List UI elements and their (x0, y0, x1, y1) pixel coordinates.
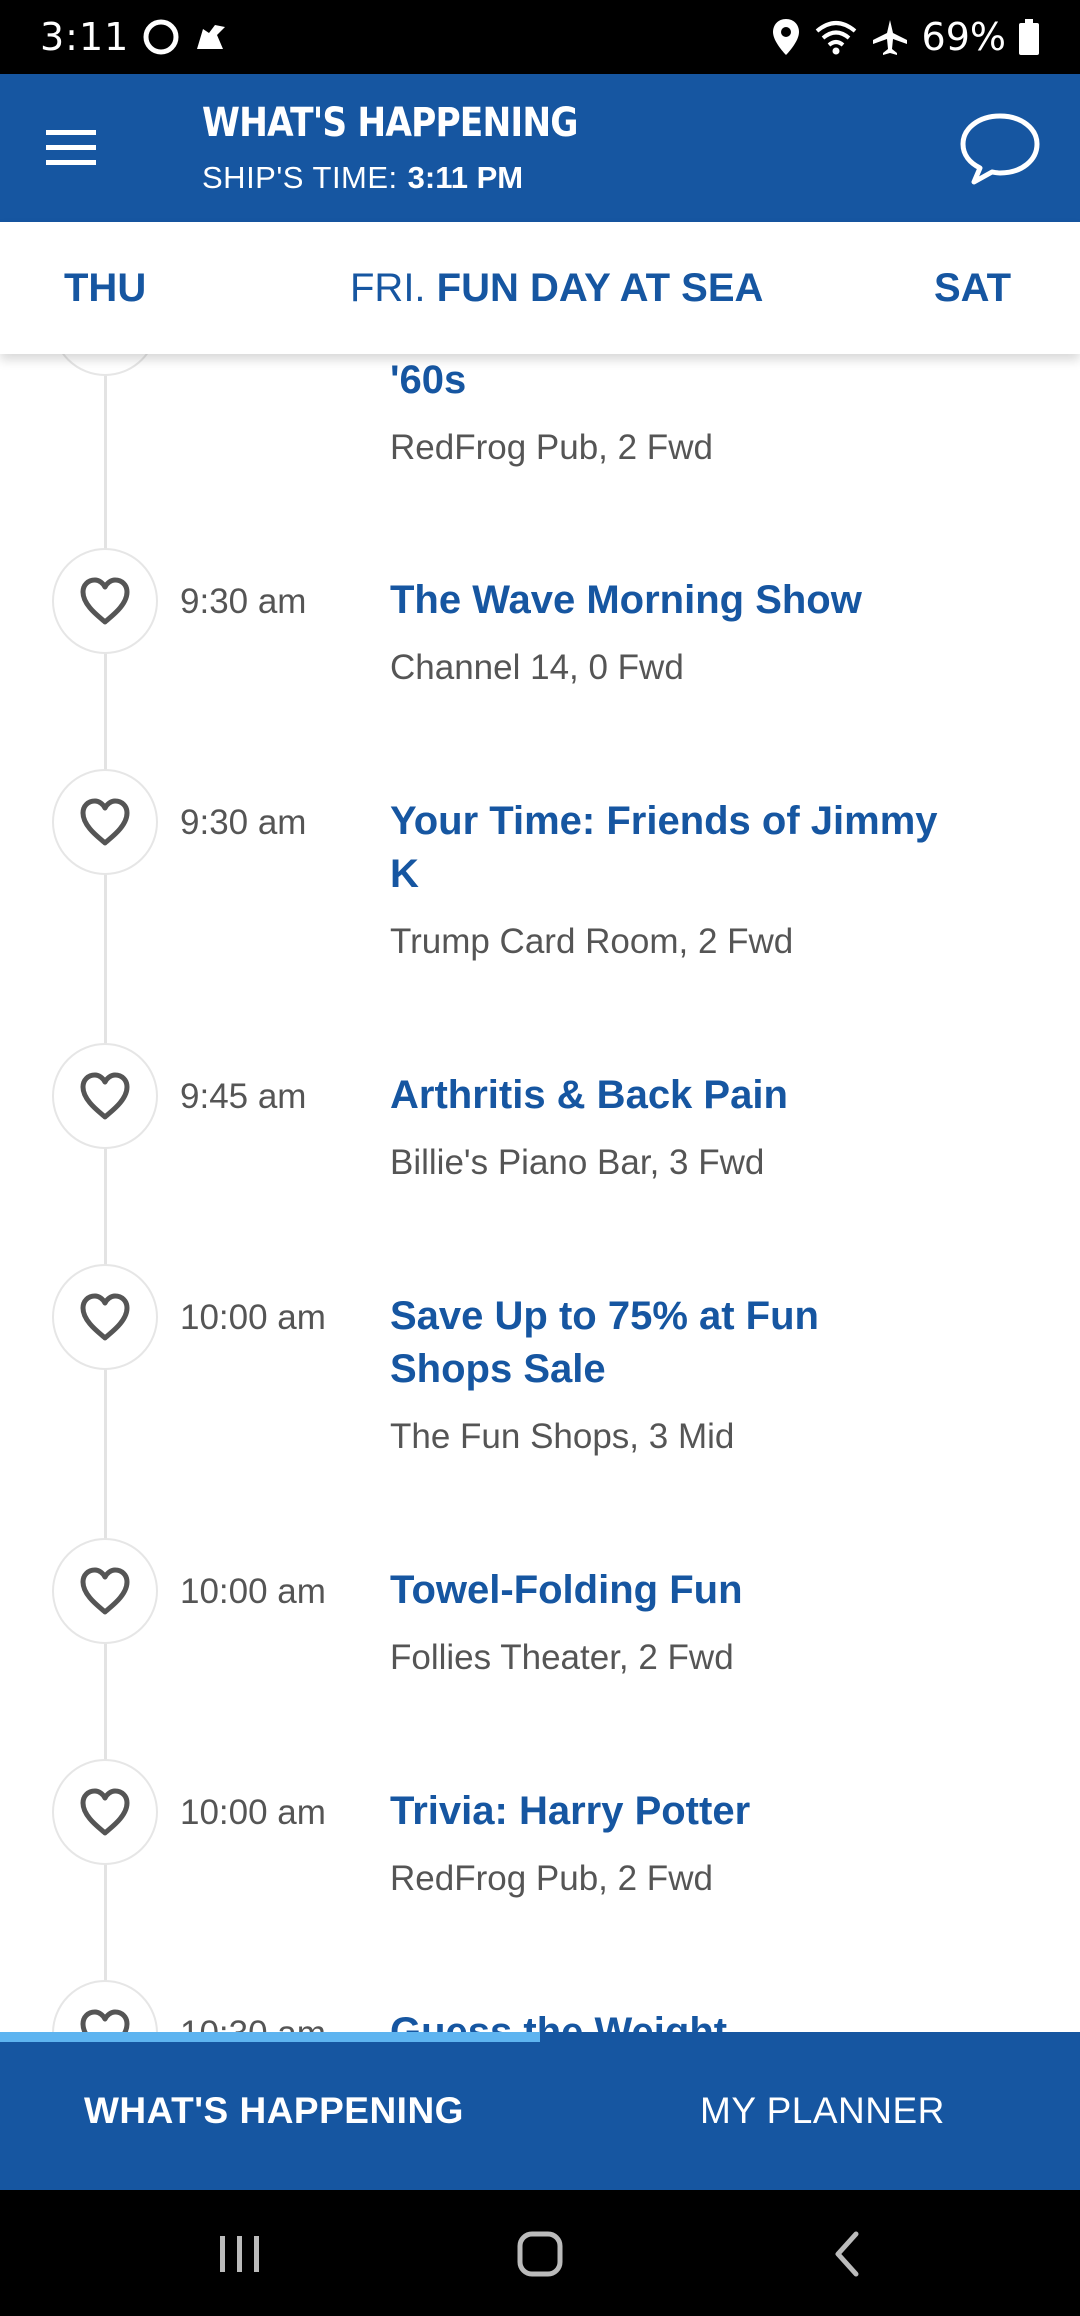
bottom-tabs: WHAT'S HAPPENING MY PLANNER (0, 2032, 1080, 2190)
ships-time: SHIP'S TIME: 3:11 PM (202, 160, 523, 196)
ships-time-label: SHIP'S TIME: (202, 160, 398, 195)
back-icon (835, 2231, 859, 2277)
status-right: 69% (770, 15, 1040, 59)
favorite-button[interactable] (52, 548, 158, 654)
tab-prev-day[interactable]: THU (64, 266, 146, 311)
favorite-button[interactable] (52, 1538, 158, 1644)
heart-icon (80, 1788, 130, 1836)
status-bar: 3:11 69% (0, 0, 1080, 74)
event-location: RedFrog Pub, 2 Fwd (390, 1859, 713, 1898)
chat-button[interactable] (958, 110, 1042, 188)
tab-current-day[interactable]: FRI. FUN DAY AT SEA (350, 266, 763, 311)
favorite-button[interactable] (52, 1043, 158, 1149)
favorite-button[interactable] (52, 1980, 158, 2032)
shoe-icon (197, 25, 226, 49)
event-time: 9:30 am (180, 582, 307, 621)
event-title[interactable]: The Wave Morning Show (390, 574, 950, 627)
event-time: 10:00 am (180, 1572, 326, 1611)
heart-icon (80, 1072, 130, 1120)
ships-time-value: 3:11 PM (407, 160, 524, 195)
event-location: Trump Card Room, 2 Fwd (390, 922, 794, 961)
page-title: WHAT'S HAPPENING (202, 100, 578, 146)
recent-apps-icon (220, 2236, 259, 2272)
heart-icon (80, 577, 130, 625)
event-title[interactable]: Save Up to 75% at Fun Shops Sale (390, 1290, 950, 1396)
event-time: 10:00 am (180, 1298, 326, 1337)
recent-apps-button[interactable] (200, 2222, 280, 2286)
event-location: The Fun Shops, 3 Mid (390, 1417, 735, 1456)
event-time: 10:00 am (180, 1793, 326, 1832)
menu-icon (46, 130, 96, 165)
event-time: 9:45 am (180, 1077, 307, 1116)
favorite-button[interactable] (52, 1264, 158, 1370)
system-nav-bar (0, 2190, 1080, 2316)
battery-percent: 69% (921, 15, 1006, 59)
event-location: Channel 14, 0 Fwd (390, 648, 684, 687)
current-day-label: FRI. (350, 266, 426, 310)
event-title[interactable]: Arthritis & Back Pain (390, 1069, 950, 1122)
app-header: WHAT'S HAPPENING SHIP'S TIME: 3:11 PM (0, 74, 1080, 222)
location-icon (772, 19, 799, 55)
event-list[interactable]: '60s RedFrog Pub, 2 Fwd 9:30 am The Wave… (0, 354, 1080, 2032)
wifi-icon (815, 21, 856, 55)
event-title[interactable]: '60s (390, 354, 950, 407)
event-time: 10:30 am (180, 2014, 326, 2032)
event-location: Billie's Piano Bar, 3 Fwd (390, 1143, 765, 1182)
event-location: Follies Theater, 2 Fwd (390, 1638, 734, 1677)
event-location: RedFrog Pub, 2 Fwd (390, 428, 713, 467)
heart-icon (80, 1567, 130, 1615)
back-button[interactable] (806, 2222, 886, 2286)
current-day-desc: FUN DAY AT SEA (436, 266, 764, 310)
heart-icon (80, 798, 130, 846)
home-button[interactable] (500, 2222, 580, 2286)
chat-bubble-icon (960, 113, 1040, 185)
tab-my-planner[interactable]: MY PLANNER (700, 2090, 945, 2132)
home-icon (517, 2231, 563, 2277)
favorite-button[interactable] (52, 1759, 158, 1865)
day-tabs: THU FRI. FUN DAY AT SEA SAT (0, 222, 1080, 354)
event-title[interactable]: Guess the Weight (390, 2006, 950, 2032)
tab-next-day[interactable]: SAT (934, 266, 1011, 311)
tab-whats-happening[interactable]: WHAT'S HAPPENING (84, 2090, 464, 2132)
heart-icon (80, 1293, 130, 1341)
menu-button[interactable] (40, 118, 110, 178)
event-time: 9:30 am (180, 803, 307, 842)
heart-icon (80, 2009, 130, 2032)
favorite-button[interactable] (52, 354, 158, 376)
circle-icon (143, 19, 179, 55)
event-title[interactable]: Your Time: Friends of Jimmy K (390, 795, 950, 901)
favorite-button[interactable] (52, 769, 158, 875)
event-title[interactable]: Towel-Folding Fun (390, 1564, 950, 1617)
battery-icon (1019, 19, 1039, 55)
active-tab-indicator (0, 2032, 540, 2042)
status-time: 3:11 (40, 15, 130, 59)
airplane-icon (872, 20, 907, 55)
status-left: 3:11 (40, 15, 229, 59)
event-title[interactable]: Trivia: Harry Potter (390, 1785, 950, 1838)
